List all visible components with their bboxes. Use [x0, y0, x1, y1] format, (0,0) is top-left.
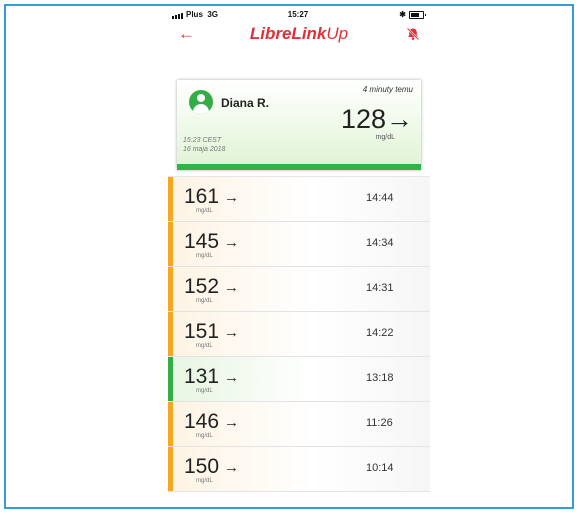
status-bar: Plus 3G 15:27 ✱ [172, 10, 426, 22]
status-stripe [168, 447, 173, 491]
reading-row[interactable]: 151 → mg/dL 14:22 [168, 312, 430, 357]
patient-card[interactable]: Diana R. 4 minuty temu 128→ mg/dL 15:23 … [177, 80, 421, 170]
trend-arrow-icon: → [224, 234, 239, 251]
battery-icon [409, 10, 426, 19]
reading-time: 11:26 [366, 417, 393, 429]
reading-date: 16 maja 2018 [183, 146, 226, 153]
reading-value: 161 [184, 185, 220, 208]
patient-name: Diana R. [221, 96, 270, 110]
bluetooth-icon: ✱ [399, 10, 406, 19]
reading-row[interactable]: 131 → mg/dL 13:18 [168, 357, 430, 402]
nav-bar: ← LibreLinkUp [168, 22, 430, 48]
reading-value: 131 [184, 365, 220, 388]
reading-unit: mg/dL [196, 388, 213, 394]
reading-datetime: 15:23 CEST 16 maja 2018 [183, 136, 225, 154]
status-stripe [168, 222, 173, 266]
reading-value: 151 [184, 320, 220, 343]
reading-time: 10:14 [366, 462, 394, 474]
reading-time: 14:22 [366, 327, 394, 339]
current-glucose: 128→ [341, 106, 413, 133]
bell-off-icon[interactable] [406, 27, 420, 41]
reading-unit: mg/dL [196, 343, 213, 349]
glucose-unit: mg/dL [375, 134, 395, 141]
reading-row[interactable]: 152 → mg/dL 14:31 [168, 267, 430, 312]
reading-row[interactable]: 146 → mg/dL 11:26 [168, 402, 430, 447]
reading-time: 14:34 [366, 237, 394, 249]
last-reading-ago: 4 minuty temu [362, 85, 413, 94]
reading-row[interactable]: 161 → mg/dL 14:44 [168, 177, 430, 222]
status-stripe [168, 312, 173, 356]
trend-arrow-icon: → [224, 414, 239, 431]
reading-value: 146 [184, 410, 220, 433]
reading-unit: mg/dL [196, 253, 213, 259]
status-stripe [168, 402, 173, 446]
trend-arrow-icon: → [224, 189, 239, 206]
reading-unit: mg/dL [196, 208, 213, 214]
trend-arrow-icon: → [224, 459, 239, 476]
reading-value: 145 [184, 230, 220, 253]
trend-arrow-icon: → [224, 324, 239, 341]
reading-row[interactable]: 150 → mg/dL 10:14 [168, 447, 430, 492]
reading-row[interactable]: 145 → mg/dL 14:34 [168, 222, 430, 267]
reading-unit: mg/dL [196, 433, 213, 439]
status-stripe [168, 267, 173, 311]
reading-unit: mg/dL [196, 478, 213, 484]
reading-unit: mg/dL [196, 298, 213, 304]
brand-main: LibreLink [249, 24, 327, 43]
readings-list: 161 → mg/dL 14:44 145 → mg/dL 14:34 152 → mg/dL 14:… [168, 176, 430, 506]
brand-up: Up [326, 24, 349, 43]
reading-time: 14:44 [366, 192, 394, 204]
status-bar-green [177, 164, 421, 170]
current-glucose-value: 128 [340, 104, 386, 134]
reading-value: 152 [184, 275, 220, 298]
status-stripe [168, 177, 173, 221]
reading-time: 13:18 [366, 372, 394, 384]
status-stripe [168, 357, 173, 401]
status-right: ✱ [399, 10, 426, 19]
reading-time: 15:23 CEST [183, 137, 222, 144]
reading-time: 14:31 [366, 282, 394, 294]
app-logo: LibreLinkUp [168, 24, 430, 44]
reading-value: 150 [184, 455, 220, 478]
status-time: 15:27 [287, 10, 309, 19]
trend-arrow-icon: → [224, 369, 239, 386]
avatar-icon [189, 90, 213, 114]
phone-screen: Plus 3G 15:27 ✱ ← LibreLinkUp Diana R. 4… [168, 8, 430, 506]
trend-arrow-icon: → [386, 104, 413, 134]
trend-arrow-icon: → [224, 279, 239, 296]
